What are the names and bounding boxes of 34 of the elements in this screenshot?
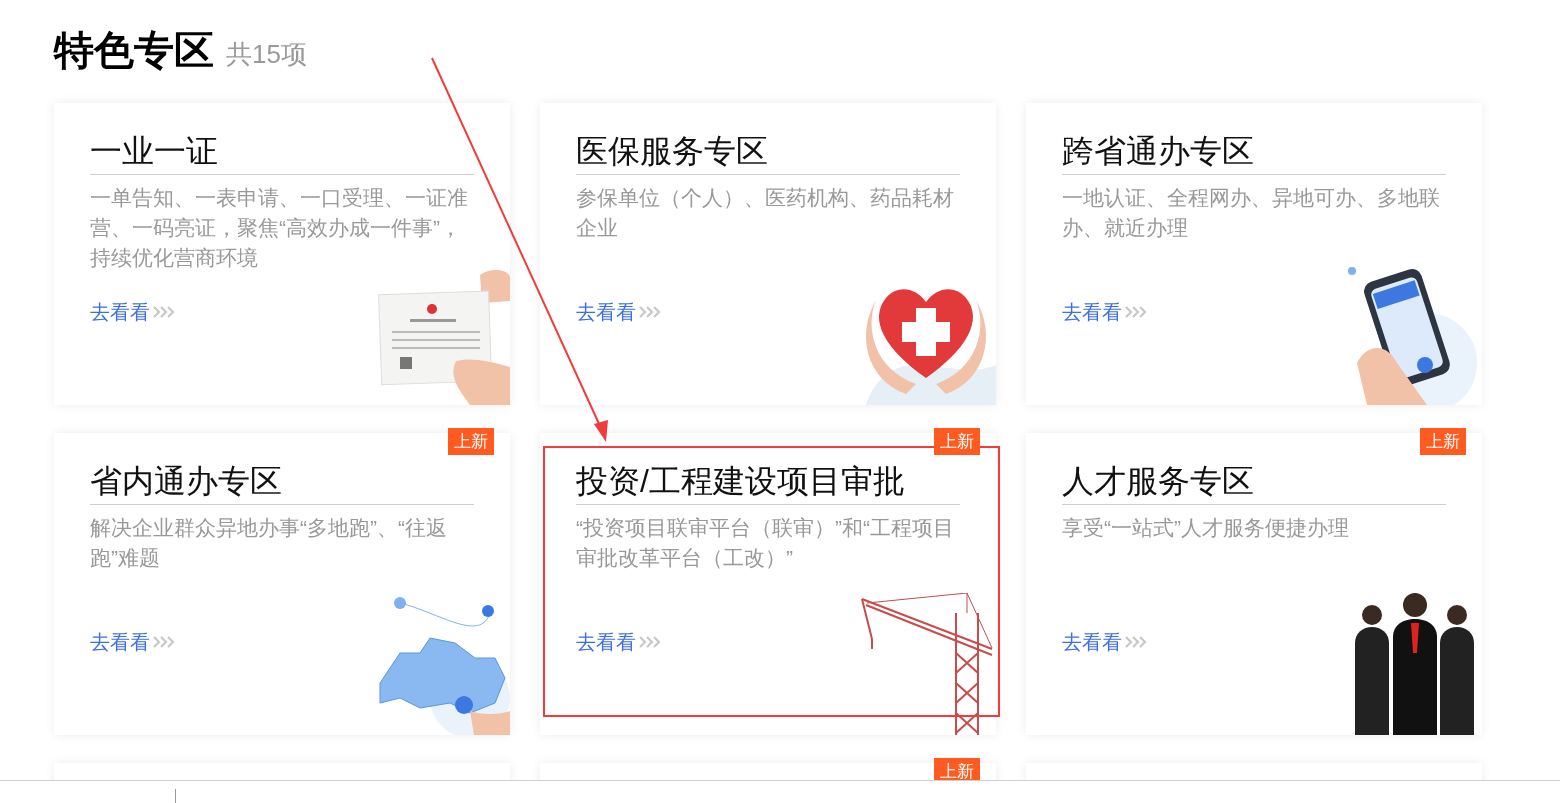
new-badge: 上新 [448,428,494,455]
new-badge: 上新 [1420,428,1466,455]
card-title: 医保服务专区 [576,133,768,169]
card-description: 参保单位（个人）、医药机构、药品耗材企业 [576,185,955,241]
text-cursor [175,789,176,803]
card-description: 解决企业群众异地办事“多地跑”、“往返跑”难题 [90,515,448,571]
card-title: 投资/工程建设项目审批 [576,463,905,499]
chevrons-icon [1124,635,1148,649]
card-title: 省内通办专区 [90,463,282,499]
feature-card[interactable]: 一业一证 一单告知、一表申请、一口受理、一证准营、一码亮证，聚焦“高效办成一件事”，持续优化营商环境 去看看 [54,103,510,405]
chevrons-icon [638,635,662,649]
card-description: 一单告知、一表申请、一口受理、一证准营、一码亮证，聚焦“高效办成一件事”，持续优化营商环境 [90,185,469,271]
card-description: 一地认证、全程网办、异地可办、多地联办、就近办理 [1062,185,1441,241]
view-link[interactable]: 去看看 [90,299,176,325]
chevrons-icon [152,305,176,319]
new-badge: 上新 [934,428,980,455]
view-link[interactable]: 去看看 [576,299,662,325]
chevrons-icon [638,305,662,319]
card-title: 人才服务专区 [1062,463,1254,499]
view-link[interactable]: 去看看 [1062,299,1148,325]
item-count: 共15项 [226,38,307,71]
chevrons-icon [152,635,176,649]
card-title: 一业一证 [90,133,218,169]
card-title: 跨省通办专区 [1062,133,1254,169]
feature-card[interactable]: 医保服务专区 参保单位（个人）、医药机构、药品耗材企业 去看看 [540,103,996,405]
view-link[interactable]: 去看看 [90,629,176,655]
new-badge: 上新 [934,758,980,780]
view-link[interactable]: 去看看 [576,629,662,655]
view-link[interactable]: 去看看 [1062,629,1148,655]
chevrons-icon [1124,305,1148,319]
section-title: 特色专区 [54,27,214,74]
card-description: 享受“一站式”人才服务便捷办理 [1062,515,1350,541]
feature-card[interactable]: 跨省通办专区 一地认证、全程网办、异地可办、多地联办、就近办理 去看看 [1026,103,1482,405]
card-description: “投资项目联审平台（联审）”和“工程项目审批改革平台（工改）” [576,515,955,571]
